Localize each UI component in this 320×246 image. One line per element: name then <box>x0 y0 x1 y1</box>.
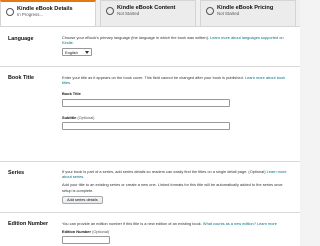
tab-ebook-pricing[interactable]: Kindle eBook Pricing Not Started <box>200 0 296 26</box>
series-description-2: Add your title to an existing series or … <box>62 182 283 193</box>
book-title-body: Enter your title as it appears on the bo… <box>62 75 292 130</box>
book-title-label: Book Title <box>8 75 34 81</box>
language-select[interactable]: English <box>62 48 92 57</box>
tab-bar: Kindle eBook Details In Progress... Kind… <box>0 0 300 26</box>
subtitle-input[interactable] <box>62 121 230 130</box>
subtitle-optional-text: (Optional) <box>77 114 95 120</box>
book-title-section: Book Title Enter your title as it appear… <box>0 66 300 160</box>
edition-learn-more-link[interactable]: Learn more <box>257 221 277 226</box>
edition-optional-text: (Optional) <box>92 229 110 235</box>
tab-status: Not Started <box>217 11 240 17</box>
language-body: Choose your eBook's primary language (th… <box>62 35 292 57</box>
series-section: Series If your book is part of a series,… <box>0 161 300 211</box>
add-series-button[interactable]: Add series details <box>62 195 103 204</box>
status-circle-icon <box>6 8 14 16</box>
tab-ebook-details[interactable]: Kindle eBook Details In Progress... <box>0 0 96 26</box>
chevron-down-icon <box>85 50 89 54</box>
series-body: If your book is part of a series, add se… <box>62 169 292 204</box>
series-description: If your book is part of a series, add se… <box>62 169 266 174</box>
series-label: Series <box>8 170 25 176</box>
tab-status: Not Started <box>117 11 140 17</box>
status-circle-icon <box>106 7 114 15</box>
book-title-input[interactable] <box>62 98 230 107</box>
details-panel: Language Choose your eBook's primary lan… <box>0 26 300 246</box>
tab-ebook-content[interactable]: Kindle eBook Content Not Started <box>100 0 196 26</box>
edition-description: You can provide an edition number if thi… <box>62 221 202 226</box>
edition-body: You can provide an edition number if thi… <box>62 221 292 245</box>
edition-number-input[interactable] <box>62 236 110 245</box>
edition-help-link[interactable]: What counts as a new edition? <box>203 221 256 226</box>
language-section: Language Choose your eBook's primary lan… <box>0 27 300 65</box>
language-selected-value: English <box>65 49 78 55</box>
subtitle-label-text: Subtitle <box>62 114 77 120</box>
book-title-description: Enter your title as it appears on the bo… <box>62 75 244 80</box>
language-description: Choose your eBook's primary language (th… <box>62 35 209 40</box>
edition-section: Edition Number You can provide an editio… <box>0 212 300 246</box>
edition-label: Edition Number <box>8 221 49 227</box>
language-label: Language <box>8 36 34 42</box>
edition-label-text: Edition Number <box>62 229 91 235</box>
tab-status: In Progress... <box>17 12 44 18</box>
status-circle-icon <box>206 7 214 15</box>
